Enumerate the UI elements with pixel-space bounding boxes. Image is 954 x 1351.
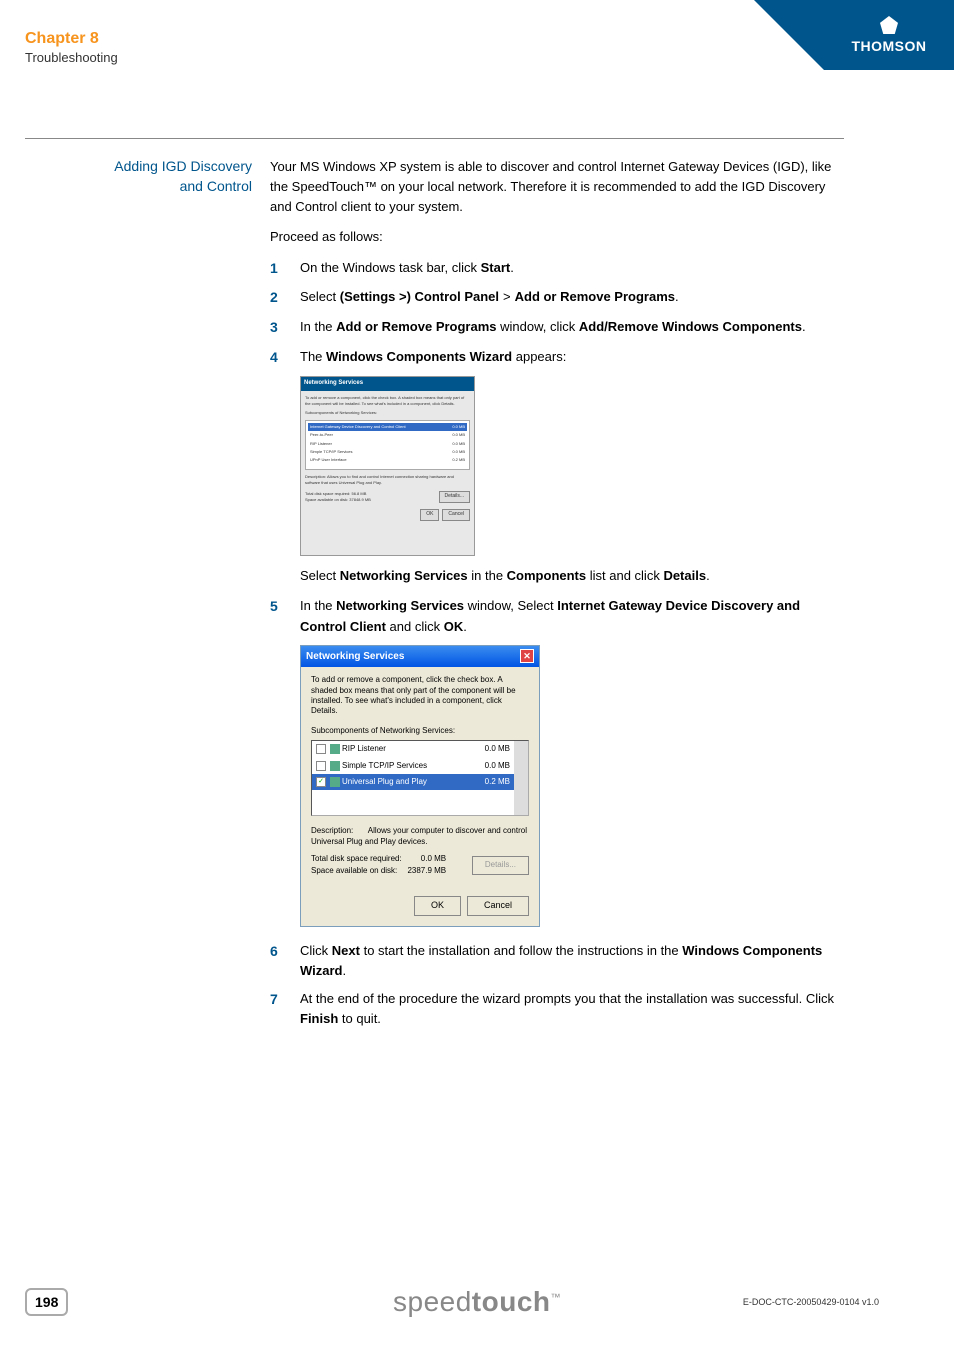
network-icon [330,777,340,787]
item-name: RIP Listener [342,743,468,755]
wizard-screenshot-1: Networking Services To add or remove a c… [300,376,475,556]
step-text: On the Windows task bar, click Start. [300,258,844,280]
section-label: Adding IGD Discovery and Control [25,157,270,1037]
dialog-buttons: OK Cancel [301,890,539,926]
details-button: Details... [472,856,529,874]
wizard1-row: RIP Listener0.0 MB [308,440,467,448]
step-number: 6 [270,941,300,981]
network-icon [330,761,340,771]
step-4-sub: Select Networking Services in the Compon… [300,566,844,586]
section-body: Your MS Windows XP system is able to dis… [270,157,844,1037]
page-header: Chapter 8 Troubleshooting THOMSON [0,0,954,78]
item-size: 0.2 MB [468,776,510,788]
step-4: 4 The Windows Components Wizard appears: [270,347,844,369]
dialog-subcomp-list: RIP Listener 0.0 MB Simple TCP/IP Servic… [311,740,529,816]
steps-list-cont: 5 In the Networking Services window, Sel… [270,596,844,636]
page-number: 198 [25,1288,68,1316]
step-number: 5 [270,596,300,636]
scrollbar[interactable] [514,741,528,815]
speedtouch-logo: speedtouch™ [393,1286,561,1318]
chapter-title: Chapter 8 [25,30,118,48]
step-number: 7 [270,989,300,1029]
list-item[interactable]: RIP Listener 0.0 MB [312,741,514,757]
wizard1-buttons: OK Cancel [305,509,470,521]
chapter-subtitle: Troubleshooting [25,50,118,65]
document-id: E-DOC-CTC-20050429-0104 v1.0 [743,1297,879,1307]
dialog-title: Networking Services [306,649,404,665]
item-name: Simple TCP/IP Services [342,760,468,772]
steps-list: 1 On the Windows task bar, click Start. … [270,258,844,369]
step-number: 3 [270,317,300,339]
ok-button[interactable]: OK [414,896,461,916]
dialog-subcomp-label: Subcomponents of Networking Services: [311,725,529,737]
wizard1-desc: Description: Allows you to find and cont… [305,474,470,486]
step-text: The Windows Components Wizard appears: [300,347,844,369]
step-text: In the Networking Services window, Selec… [300,596,844,636]
wizard1-cancel-button[interactable]: Cancel [442,509,470,521]
wizard1-details-button[interactable]: Details... [439,491,470,503]
section: Adding IGD Discovery and Control Your MS… [25,138,844,1037]
step-text: In the Add or Remove Programs window, cl… [300,317,844,339]
checkbox-icon[interactable] [316,744,326,754]
step-6: 6 Click Next to start the installation a… [270,941,844,981]
step-number: 1 [270,258,300,280]
wizard1-row: Peer-to-Peer0.0 MB [308,431,467,439]
steps-list-cont2: 6 Click Next to start the installation a… [270,941,844,1030]
thomson-logo-text: THOMSON [851,38,926,54]
dialog-titlebar: Networking Services ✕ [301,646,539,668]
header-left: Chapter 8 Troubleshooting [25,30,118,65]
thomson-logo: THOMSON [824,0,954,70]
list-item[interactable]: ✓ Universal Plug and Play 0.2 MB [312,774,514,790]
intro-paragraph: Your MS Windows XP system is able to dis… [270,157,844,217]
step-text: Click Next to start the installation and… [300,941,844,981]
checkbox-icon[interactable] [316,761,326,771]
wizard1-instr: To add or remove a component, click the … [305,395,470,407]
section-label-line2: and Control [180,178,252,194]
wizard1-space: Total disk space required: 56.8 MB Space… [305,491,470,503]
close-icon[interactable]: ✕ [520,649,534,663]
step-text: At the end of the procedure the wizard p… [300,989,844,1029]
step-number: 4 [270,347,300,369]
section-label-line1: Adding IGD Discovery [114,158,252,174]
wizard1-sublabel: Subcomponents of Networking Services: [305,410,470,416]
dialog-description: Description: Allows your computer to dis… [311,826,529,847]
wizard1-titlebar: Networking Services [301,377,474,390]
thomson-icon [880,16,898,34]
step-7: 7 At the end of the procedure the wizard… [270,989,844,1029]
step-5: 5 In the Networking Services window, Sel… [270,596,844,636]
step-2: 2 Select (Settings >) Control Panel>Add … [270,287,844,309]
dialog-space-info: Total disk space required: Space availab… [311,853,529,878]
dialog-body: To add or remove a component, click the … [301,667,539,890]
wizard1-row: UPnP User Interface0.2 MB [308,456,467,464]
dialog-instruction: To add or remove a component, click the … [311,675,529,717]
checkbox-icon[interactable]: ✓ [316,777,326,787]
wizard1-row: Internet Gateway Device Discovery and Co… [308,423,467,431]
content-area: Adding IGD Discovery and Control Your MS… [0,78,954,1037]
item-name: Universal Plug and Play [342,776,468,788]
wizard1-ok-button[interactable]: OK [420,509,439,521]
wizard1-body: To add or remove a component, click the … [301,391,474,525]
networking-services-dialog: Networking Services ✕ To add or remove a… [300,645,540,927]
page-footer: 198 speedtouch™ E-DOC-CTC-20050429-0104 … [0,1288,954,1316]
cancel-button[interactable]: Cancel [467,896,529,916]
step-1: 1 On the Windows task bar, click Start. [270,258,844,280]
network-icon [330,744,340,754]
item-size: 0.0 MB [468,760,510,772]
proceed-text: Proceed as follows: [270,227,844,247]
step-number: 2 [270,287,300,309]
wizard1-list: Internet Gateway Device Discovery and Co… [305,420,470,470]
item-size: 0.0 MB [468,743,510,755]
step-text: Select (Settings >) Control Panel>Add or… [300,287,844,309]
list-item[interactable]: Simple TCP/IP Services 0.0 MB [312,758,514,774]
step-3: 3 In the Add or Remove Programs window, … [270,317,844,339]
wizard1-row: Simple TCP/IP Services0.0 MB [308,448,467,456]
